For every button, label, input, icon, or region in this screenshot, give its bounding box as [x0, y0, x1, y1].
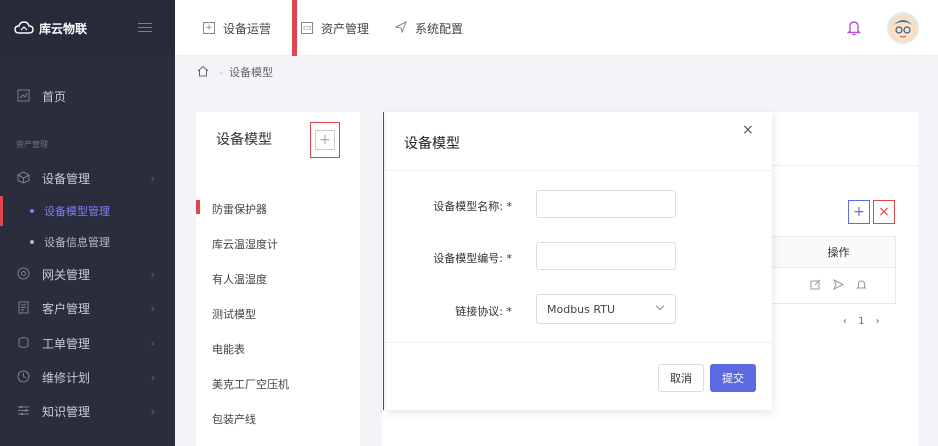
sidebar-group-label: 资产管理	[16, 140, 48, 149]
sidebar-item-label: 客户管理	[42, 301, 91, 316]
bell-icon[interactable]	[847, 20, 861, 36]
list-item[interactable]: 防雷保护器	[212, 201, 267, 217]
chevron-right-icon: ›	[150, 267, 155, 281]
sidebar-item-ticket[interactable]: 工单管理 ›	[0, 327, 175, 359]
cloud-logo-icon	[14, 21, 34, 34]
ticket-icon	[16, 336, 30, 350]
edit-icon[interactable]	[810, 279, 821, 293]
device-model-modal: 设备模型 × 设备模型名称: * 设备模型编号: * 链接协议: * Modbu…	[386, 112, 772, 410]
tab-system-config[interactable]: 系统配置	[394, 0, 464, 56]
chevron-right-icon: ›	[150, 336, 155, 350]
breadcrumb: - 设备模型	[197, 64, 273, 80]
tab-active-marker	[292, 0, 297, 56]
tab-asset-management[interactable]: ▭ 资产管理	[301, 0, 369, 56]
sidebar-item-label: 工单管理	[42, 336, 91, 351]
sidebar-item-repair-plan[interactable]: 维修计划 ›	[0, 361, 175, 393]
chevron-right-icon: ›	[150, 370, 155, 384]
plan-icon	[16, 370, 30, 384]
home-icon[interactable]	[197, 65, 209, 80]
brand-name: 库云物联	[39, 21, 88, 36]
list-item[interactable]: 库云温湿度计	[212, 236, 278, 252]
sidebar-item-device-management[interactable]: 设备管理 ›	[0, 162, 175, 194]
knowledge-icon	[16, 404, 30, 418]
model-panel-title: 设备模型	[216, 132, 272, 148]
list-item[interactable]: 电能表	[212, 341, 245, 357]
sidebar-item-customer[interactable]: 客户管理 ›	[0, 292, 175, 324]
brand: 库云物联	[0, 0, 175, 56]
sidebar-item-label: 维修计划	[42, 370, 91, 385]
delete-row-button[interactable]: ×	[873, 200, 895, 224]
sidebar-subitem-label: 设备模型管理	[44, 205, 110, 218]
tab-label: 系统配置	[415, 21, 464, 36]
sidebar-item-home[interactable]: 首页	[0, 80, 175, 112]
pagination[interactable]: ‹ 1 ›	[843, 316, 884, 327]
tab-device-operations[interactable]: + 设备运营	[203, 0, 271, 56]
protocol-select[interactable]: Modbus RTU	[536, 294, 676, 324]
model-list-panel: 设备模型 + 防雷保护器 库云温湿度计 有人温湿度 测试模型 电能表 美克工厂空…	[196, 112, 360, 446]
close-icon[interactable]: ×	[742, 122, 754, 138]
sidebar-subitem-device-model[interactable]: 设备模型管理	[0, 196, 175, 226]
model-name-input[interactable]	[536, 190, 676, 218]
breadcrumb-separator: -	[219, 65, 223, 79]
cube-icon	[16, 171, 30, 185]
avatar[interactable]	[887, 12, 919, 44]
list-item[interactable]: 美克工厂空压机	[212, 376, 289, 392]
plus-icon: +	[315, 130, 335, 150]
plus-square-icon: +	[203, 22, 215, 34]
model-name-label: 设备模型名称: *	[433, 200, 512, 213]
breadcrumb-current: 设备模型	[228, 66, 273, 79]
sidebar: 库云物联 首页 资产管理 设备管理 › 设备模型管理 设备信息管理 网关管理 ›	[0, 0, 175, 446]
tab-label: 设备运营	[223, 21, 272, 36]
chevron-right-icon: ›	[150, 301, 155, 315]
sidebar-subitem-label: 设备信息管理	[44, 236, 110, 249]
list-item[interactable]: 有人温湿度	[212, 271, 267, 287]
modal-edge	[383, 112, 384, 410]
list-item[interactable]: 测试模型	[212, 306, 256, 322]
bell-icon[interactable]	[856, 279, 867, 293]
model-code-input[interactable]	[536, 242, 676, 270]
bullet-icon	[30, 209, 34, 213]
table-row	[772, 268, 896, 304]
protocol-label: 链接协议: *	[455, 305, 512, 318]
send-icon[interactable]	[832, 278, 845, 293]
document-icon	[16, 301, 30, 315]
modal-title: 设备模型	[404, 136, 460, 152]
sidebar-item-label: 知识管理	[42, 404, 91, 419]
tab-label: 资产管理	[321, 21, 370, 36]
gateway-icon	[16, 267, 30, 281]
sidebar-item-label: 网关管理	[42, 267, 91, 282]
image-icon: ▭	[301, 22, 313, 34]
divider	[386, 342, 772, 343]
sidebar-subitem-device-info[interactable]: 设备信息管理	[0, 227, 175, 257]
menu-toggle-icon[interactable]	[138, 20, 152, 34]
sidebar-item-gateway[interactable]: 网关管理 ›	[0, 258, 175, 290]
divider	[386, 170, 772, 171]
add-model-button[interactable]: +	[310, 122, 340, 158]
chevron-right-icon: ›	[150, 404, 155, 418]
chevron-down-icon	[655, 301, 665, 311]
submit-button[interactable]: 提交	[710, 364, 756, 392]
sidebar-item-label: 首页	[42, 89, 67, 104]
send-icon	[394, 20, 407, 36]
cancel-button[interactable]: 取消	[658, 364, 704, 392]
protocol-selected-value: Modbus RTU	[547, 302, 615, 316]
chart-icon	[16, 89, 30, 103]
sidebar-item-label: 设备管理	[42, 171, 91, 186]
list-item[interactable]: 包装产线	[212, 411, 256, 427]
bullet-icon	[30, 240, 34, 244]
sidebar-item-knowledge[interactable]: 知识管理 ›	[0, 395, 175, 427]
selected-model-marker	[196, 200, 200, 214]
chevron-right-icon: ›	[150, 171, 155, 185]
table-header-operations: 操作	[772, 236, 896, 268]
model-code-label: 设备模型编号: *	[433, 252, 512, 265]
add-row-button[interactable]: +	[848, 200, 870, 224]
top-header: + 设备运营 ▭ 资产管理 系统配置	[175, 0, 938, 56]
